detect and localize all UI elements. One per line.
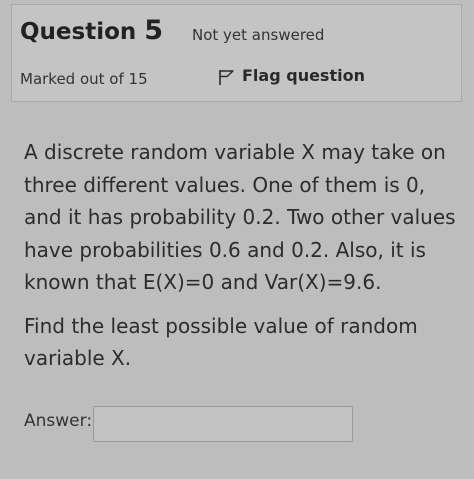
question-title-prefix: Question: [20, 19, 137, 45]
question-info-box: Question 5 Not yet answered Marked out o…: [11, 4, 462, 102]
question-title: Question 5: [20, 15, 163, 46]
flag-question-button[interactable]: Flag question: [218, 65, 365, 86]
flag-question-label: Flag question: [242, 66, 365, 85]
question-text: A discrete random variable X may take on…: [24, 136, 464, 375]
question-paragraph: A discrete random variable X may take on…: [24, 140, 456, 294]
question-marks: Marked out of 15: [20, 70, 148, 88]
question-prompt: Find the least possible value of random …: [24, 313, 418, 371]
answer-input[interactable]: [93, 406, 353, 442]
question-status: Not yet answered: [192, 26, 325, 44]
flag-icon: [219, 70, 234, 85]
question-number: 5: [144, 15, 164, 46]
answer-label: Answer:: [24, 411, 93, 431]
